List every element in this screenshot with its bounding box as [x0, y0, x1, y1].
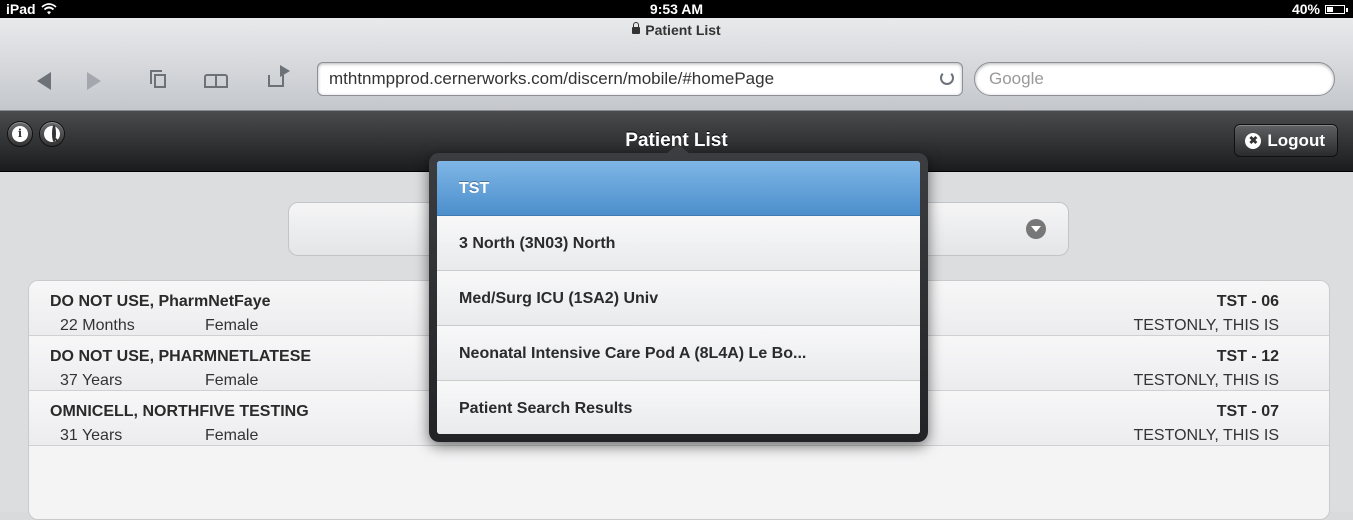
- dropdown-item-3-north[interactable]: 3 North (3N03) North: [437, 216, 920, 271]
- dropdown-item-patient-search-results[interactable]: Patient Search Results: [437, 381, 920, 434]
- dropdown-item-neonatal-icu[interactable]: Neonatal Intensive Care Pod A (8L4A) Le …: [437, 326, 920, 381]
- dropdown-item-tst[interactable]: TST: [437, 161, 920, 216]
- popover-arrow: [666, 144, 690, 154]
- patient-room: TST - 12: [1216, 348, 1279, 365]
- patient-provider: TESTONLY, THIS IS: [1133, 317, 1279, 334]
- back-arrow-icon: [37, 72, 51, 90]
- browser-title-text: Patient List: [645, 22, 721, 38]
- forward-button[interactable]: [80, 68, 108, 94]
- patient-sex: Female: [205, 372, 259, 389]
- list-dropdown-popover: TST 3 North (3N03) North Med/Surg ICU (1…: [429, 144, 928, 442]
- url-text: mthtnmpprod.cernerworks.com/discern/mobi…: [329, 69, 775, 88]
- battery-fill: [1327, 6, 1334, 12]
- battery-percent: 40%: [1291, 1, 1320, 17]
- patient-age: 31 Years: [60, 427, 123, 444]
- chevron-down-icon: [1026, 219, 1046, 239]
- status-bar: iPad 9:53 AM 40%: [0, 0, 1353, 18]
- bookmarks-button[interactable]: [202, 68, 230, 94]
- address-bar[interactable]: mthtnmpprod.cernerworks.com/discern/mobi…: [317, 62, 963, 96]
- patient-provider: TESTONLY, THIS IS: [1133, 372, 1279, 389]
- patient-age: 37 Years: [60, 372, 123, 389]
- logout-label: Logout: [1267, 130, 1325, 150]
- patient-sex: Female: [205, 317, 259, 334]
- patient-sex: Female: [205, 427, 259, 444]
- reload-icon[interactable]: [940, 71, 954, 85]
- battery-icon: [1325, 4, 1348, 14]
- back-button[interactable]: [30, 68, 58, 94]
- book-icon: [204, 74, 228, 88]
- dropdown-item-med-surg-icu[interactable]: Med/Surg ICU (1SA2) Univ: [437, 271, 920, 326]
- dropdown-menu: TST 3 North (3N03) North Med/Surg ICU (1…: [437, 161, 920, 434]
- patient-room: TST - 06: [1216, 293, 1279, 310]
- tabs-icon: [150, 70, 166, 88]
- patient-provider: TESTONLY, THIS IS: [1133, 427, 1279, 444]
- patient-name: DO NOT USE, PHARMNETLATESE: [50, 348, 312, 365]
- browser-toolbar: Patient List mthtnmpprod.cernerworks.com…: [0, 18, 1353, 111]
- share-icon: [268, 65, 290, 87]
- forward-arrow-icon: [87, 72, 101, 90]
- patient-name: OMNICELL, NORTHFIVE TESTING: [50, 403, 309, 420]
- clock: 9:53 AM: [649, 1, 704, 17]
- browser-title: Patient List: [0, 22, 1353, 38]
- patient-room: TST - 07: [1216, 403, 1279, 420]
- tabs-button[interactable]: [146, 68, 174, 94]
- share-button[interactable]: [262, 65, 290, 94]
- lock-icon: [632, 22, 641, 34]
- patient-name: DO NOT USE, PharmNetFaye: [50, 293, 271, 310]
- logout-button[interactable]: ✖ Logout: [1234, 124, 1338, 157]
- patient-age: 22 Months: [60, 317, 135, 334]
- search-input[interactable]: Google: [974, 62, 1335, 96]
- close-icon: ✖: [1245, 132, 1262, 149]
